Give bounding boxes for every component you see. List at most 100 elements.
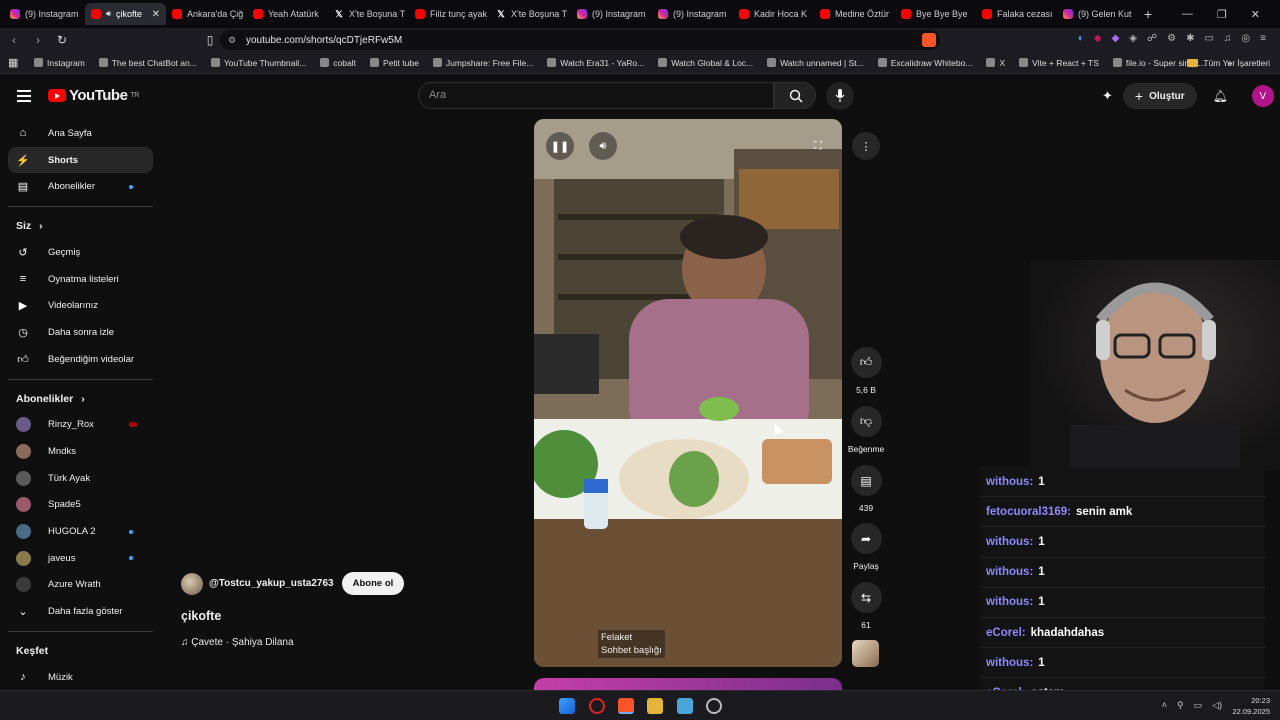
sidebar-item[interactable]: Azure Wrath <box>8 572 153 599</box>
browser-tab[interactable]: (9) Gelen Kut <box>1057 3 1138 25</box>
sidebar-item[interactable]: ↺ Geçmiş <box>8 239 153 266</box>
site-info-icon[interactable]: ⚙ <box>228 35 236 46</box>
maximize-icon[interactable]: ❐ <box>1217 8 1227 21</box>
hamburger-menu-icon[interactable] <box>17 90 31 105</box>
browser-tab[interactable]: 𝕏 X'te Boşuna T <box>328 3 409 25</box>
voice-search-button[interactable] <box>826 82 854 110</box>
bookmark-item[interactable]: Vite + React + TS <box>1019 58 1099 68</box>
bookmark-item[interactable]: Instagram <box>34 58 85 68</box>
sidebar-item[interactable]: Türk Ayak <box>8 465 153 492</box>
extensions-puzzle-icon[interactable]: ✱ <box>1186 33 1194 44</box>
sidebar-item[interactable]: 👍︎ Beğendiğim videolar <box>8 346 153 373</box>
sidebar-item[interactable]: ▶ Videolarınız <box>8 292 153 319</box>
extension-icon[interactable]: ◆ <box>1112 33 1120 44</box>
sidebar-item[interactable]: Spade5 <box>8 492 153 519</box>
like-button[interactable]: 👍︎ <box>850 347 882 378</box>
close-tab-icon[interactable]: ✕ <box>152 9 160 20</box>
dislike-action[interactable]: 👎︎ Beğenme <box>848 406 884 454</box>
sidebar-item[interactable]: ⚡ Shorts <box>8 146 153 174</box>
bookmark-item[interactable]: cobalt <box>320 58 356 68</box>
browser-tab[interactable]: Bye Bye Bye <box>895 3 976 25</box>
sidebar-item[interactable]: ⌂ Ana Sayfa <box>8 120 153 147</box>
bookmark-item[interactable]: X <box>986 58 1005 68</box>
taskbar-clock[interactable]: 20:23 22.09.2025 <box>1232 695 1270 717</box>
bookmark-item[interactable]: Watch unnamed | St... <box>767 58 864 68</box>
next-short-preview[interactable] <box>534 678 842 690</box>
apps-grid-icon[interactable]: ▦ <box>8 56 18 69</box>
browser-tab[interactable]: Ankara'da Çiğ <box>166 3 247 25</box>
browser-tab[interactable]: 🔊︎ çikofte ✕ <box>85 3 166 25</box>
gemini-icon[interactable]: ✦ <box>1102 88 1113 104</box>
forward-icon[interactable]: › <box>28 33 48 47</box>
start-icon[interactable] <box>559 698 575 714</box>
speaker-icon[interactable]: ◁) <box>1212 700 1222 711</box>
all-bookmarks-folder[interactable]: Tüm Yer İşaretleri <box>1187 52 1270 74</box>
sidebar-item[interactable]: HUGOLA 2 <box>8 518 153 545</box>
file-explorer-icon[interactable] <box>647 698 663 714</box>
like-action[interactable]: 👍︎ 5,6 B <box>850 347 882 395</box>
bookmark-item[interactable]: Watch Era31 - YaRo... <box>547 58 644 68</box>
vpn-icon[interactable]: ◎ <box>1241 33 1250 44</box>
reload-icon[interactable]: ↻ <box>52 33 72 47</box>
bookmark-item[interactable]: The best ChatBot an... <box>98 58 197 68</box>
extension-icon[interactable]: ☍ <box>1147 33 1157 44</box>
sound-thumbnail[interactable] <box>852 640 879 667</box>
sidebar-item[interactable]: Mndks <box>8 438 153 465</box>
tab-audio-icon[interactable]: 🔊︎ <box>106 9 111 19</box>
media-icon[interactable]: ♫ <box>1224 33 1232 44</box>
extension-icon[interactable]: ◐ <box>1078 33 1084 44</box>
brave-icon[interactable] <box>618 698 634 714</box>
tray-chevron-icon[interactable]: ˄ <box>1162 700 1167 711</box>
shorts-video-player[interactable]: Felaket Sohbet başlığı <box>534 119 842 667</box>
brave-shield-icon[interactable] <box>922 33 936 47</box>
share-action[interactable]: ➦ Paylaş <box>850 523 882 571</box>
browser-tab[interactable]: 𝕏 X'te Boşuna T <box>490 3 571 25</box>
sidebar-item[interactable]: ◷ Daha sonra izle <box>8 319 153 346</box>
browser-tab[interactable]: Kadir Hoca K <box>733 3 814 25</box>
new-tab-icon[interactable]: + <box>1144 6 1152 22</box>
comments-action[interactable]: ▤ 439 <box>850 465 882 513</box>
sidebar-icon[interactable]: ▭ <box>1204 33 1213 44</box>
create-button[interactable]: + Oluştur <box>1122 83 1197 109</box>
music-credit[interactable]: ♫ Çavete · Şahiya Dilana <box>181 637 294 648</box>
bookmark-icon[interactable]: ▯ <box>200 33 220 47</box>
sidebar-item[interactable]: ⌄ Daha fazla göster <box>8 598 153 625</box>
obs-icon[interactable] <box>706 698 722 714</box>
bookmark-item[interactable]: Jumpshare: Free File... <box>432 58 533 68</box>
tray-app-icon[interactable]: ⚲ <box>1177 700 1184 711</box>
bookmark-item[interactable]: Petit tube <box>369 58 419 68</box>
app-icon[interactable] <box>677 698 693 714</box>
opera-icon[interactable] <box>589 698 605 714</box>
back-icon[interactable]: ‹ <box>4 33 24 47</box>
minimize-icon[interactable]: — <box>1182 8 1193 20</box>
browser-tab[interactable]: (9) Instagram <box>571 3 652 25</box>
sidebar-item[interactable]: ≡ Oynatma listeleri <box>8 266 153 293</box>
channel-avatar[interactable] <box>181 572 203 595</box>
account-avatar[interactable]: V <box>1251 85 1274 107</box>
extension-icon[interactable]: ⚙ <box>1167 33 1176 44</box>
network-icon[interactable]: ▭ <box>1194 700 1203 711</box>
sidebar-section-header[interactable]: Abonelikler › <box>8 386 153 412</box>
sidebar-item[interactable]: javeus <box>8 545 153 572</box>
bookmark-item[interactable]: Excalidraw Whitebo... <box>877 58 972 68</box>
comments-button[interactable]: ▤ <box>850 465 882 496</box>
extension-icon[interactable]: ◈ <box>1129 33 1137 44</box>
youtube-logo[interactable]: YouTube TR <box>48 87 139 104</box>
browser-tab[interactable]: Yeah Atatürk <box>247 3 328 25</box>
more-options-button[interactable]: ⋮ <box>852 132 880 160</box>
sidebar-item[interactable]: ♪ Müzik <box>8 664 153 691</box>
browser-menu-icon[interactable]: ≡ <box>1260 33 1266 44</box>
browser-tab[interactable]: Falaka cezası <box>976 3 1057 25</box>
bookmark-item[interactable]: YouTube Thumbnail... <box>210 58 306 68</box>
remix-action[interactable]: ⇆ 61 <box>850 582 882 630</box>
remix-button[interactable]: ⇆ <box>850 582 882 613</box>
close-window-icon[interactable]: ✕ <box>1251 8 1260 21</box>
browser-tab[interactable]: Filiz tunç ayak <box>409 3 490 25</box>
sidebar-item[interactable]: ▤ Abonelikler <box>8 173 153 200</box>
share-button[interactable]: ➦ <box>850 523 882 554</box>
fullscreen-button[interactable]: ⛶ <box>804 132 832 160</box>
sidebar-section-header[interactable]: Keşfet <box>8 638 153 664</box>
url-field[interactable]: ⚙ youtube.com/shorts/qcDTjeRFw5M <box>220 30 940 50</box>
volume-button[interactable]: 🔊︎ <box>589 132 617 160</box>
sidebar-item[interactable]: Rinzy_Rox <box>8 412 153 439</box>
